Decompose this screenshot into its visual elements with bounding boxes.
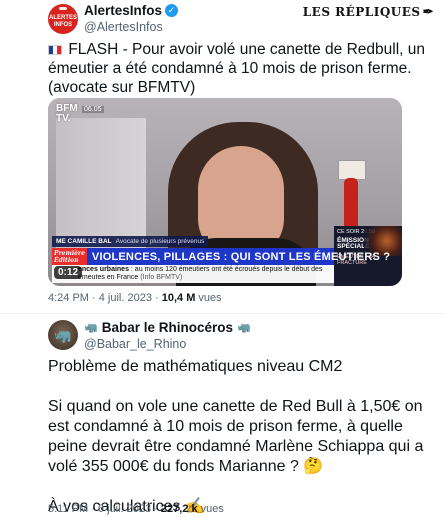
- tweet-paragraph: Problème de mathématiques niveau CM2: [48, 358, 343, 375]
- headline-bar: Première Édition VIOLENCES, PILLAGES : Q…: [52, 248, 390, 265]
- edition-line2: Édition: [54, 257, 79, 264]
- verified-badge-icon: ✓: [165, 4, 179, 17]
- edition-badge: Première Édition: [52, 248, 87, 265]
- avatar-text-line1: ALERTES: [48, 15, 77, 21]
- tweet-paragraph: Si quand on vole une canette de Red Bull…: [48, 398, 424, 475]
- fire-extinguisher: [344, 178, 358, 230]
- tweet-timestamp[interactable]: 4:24 PM · 4 juil. 2023 ·: [48, 292, 162, 304]
- bfmtv-logo: BFM TV.: [56, 104, 78, 124]
- video-sign: [338, 160, 366, 180]
- channel-time: 06.05: [82, 106, 104, 113]
- tweet-meta: 5:11 PM · 6 juil. 2023 · 227,2 k vues: [48, 503, 224, 515]
- rhino-emoji-right: 🦏: [237, 322, 251, 334]
- views-count: 227,2 k: [160, 503, 198, 515]
- news-headline: VIOLENCES, PILLAGES : QUI SONT LES ÉMEUT…: [91, 250, 391, 263]
- avatar-babar[interactable]: 🦏: [48, 320, 78, 350]
- author-handle[interactable]: @AlertesInfos: [84, 20, 163, 34]
- views-label: vues: [195, 292, 222, 304]
- france-flag-icon: [48, 45, 62, 55]
- tweet-text: Problème de mathématiques niveau CM2 Si …: [48, 357, 436, 517]
- author-name[interactable]: AlertesInfos ✓: [84, 3, 179, 18]
- news-lower-third: ME CAMILLE BAL Avocate de plusieurs prév…: [48, 236, 390, 286]
- author-handle[interactable]: @Babar_le_Rhino: [84, 337, 186, 351]
- author-name[interactable]: 🦏 Babar le Rhinocéros 🦏: [84, 320, 251, 335]
- author-name-text: Babar le Rhinocéros: [101, 320, 233, 335]
- tweet-text: FLASH - Pour avoir volé une canette de R…: [48, 40, 428, 97]
- tweet-meta: 4:24 PM · 4 juil. 2023 · 10,4 M vues: [48, 292, 222, 304]
- news-ticker: ences urbaines : au moins 120 émeutiers …: [52, 265, 334, 283]
- tweet-alertesinfos[interactable]: ALERTES INFOS AlertesInfos ✓ @AlertesInf…: [0, 0, 444, 312]
- speaker-caption: ME CAMILLE BAL Avocate de plusieurs prév…: [52, 236, 209, 247]
- edition-line1: Première: [54, 250, 85, 257]
- views-label: vues: [197, 503, 224, 515]
- speaker-name: ME CAMILLE BAL: [56, 238, 112, 245]
- rhino-icon: 🦏: [54, 326, 72, 343]
- video-duration: 0:12: [54, 266, 83, 279]
- tweet-text-body: FLASH - Pour avoir volé une canette de R…: [48, 41, 426, 96]
- video-player[interactable]: BFM TV. 06.05 CE SOIR 20.50 ÉMISSION SPÉ…: [48, 98, 402, 286]
- ticker-label: ences urbaines: [78, 266, 129, 273]
- avatar-alertesinfos[interactable]: ALERTES INFOS: [48, 4, 78, 34]
- tweet-divider: [0, 313, 444, 314]
- avatar-text-line2: INFOS: [53, 22, 73, 28]
- ticker-source: (Info BFMTV): [140, 274, 183, 281]
- siren-icon: [59, 7, 67, 10]
- author-name-text: AlertesInfos: [84, 3, 163, 18]
- bfm-logo-line2: TV.: [56, 113, 71, 124]
- tweet-timestamp[interactable]: 5:11 PM · 6 juil. 2023 ·: [48, 503, 161, 515]
- views-count: 10,4 M: [161, 292, 196, 304]
- rhino-emoji-left: 🦏: [84, 322, 98, 334]
- speaker-role: Avocate de plusieurs prévenus: [115, 238, 205, 245]
